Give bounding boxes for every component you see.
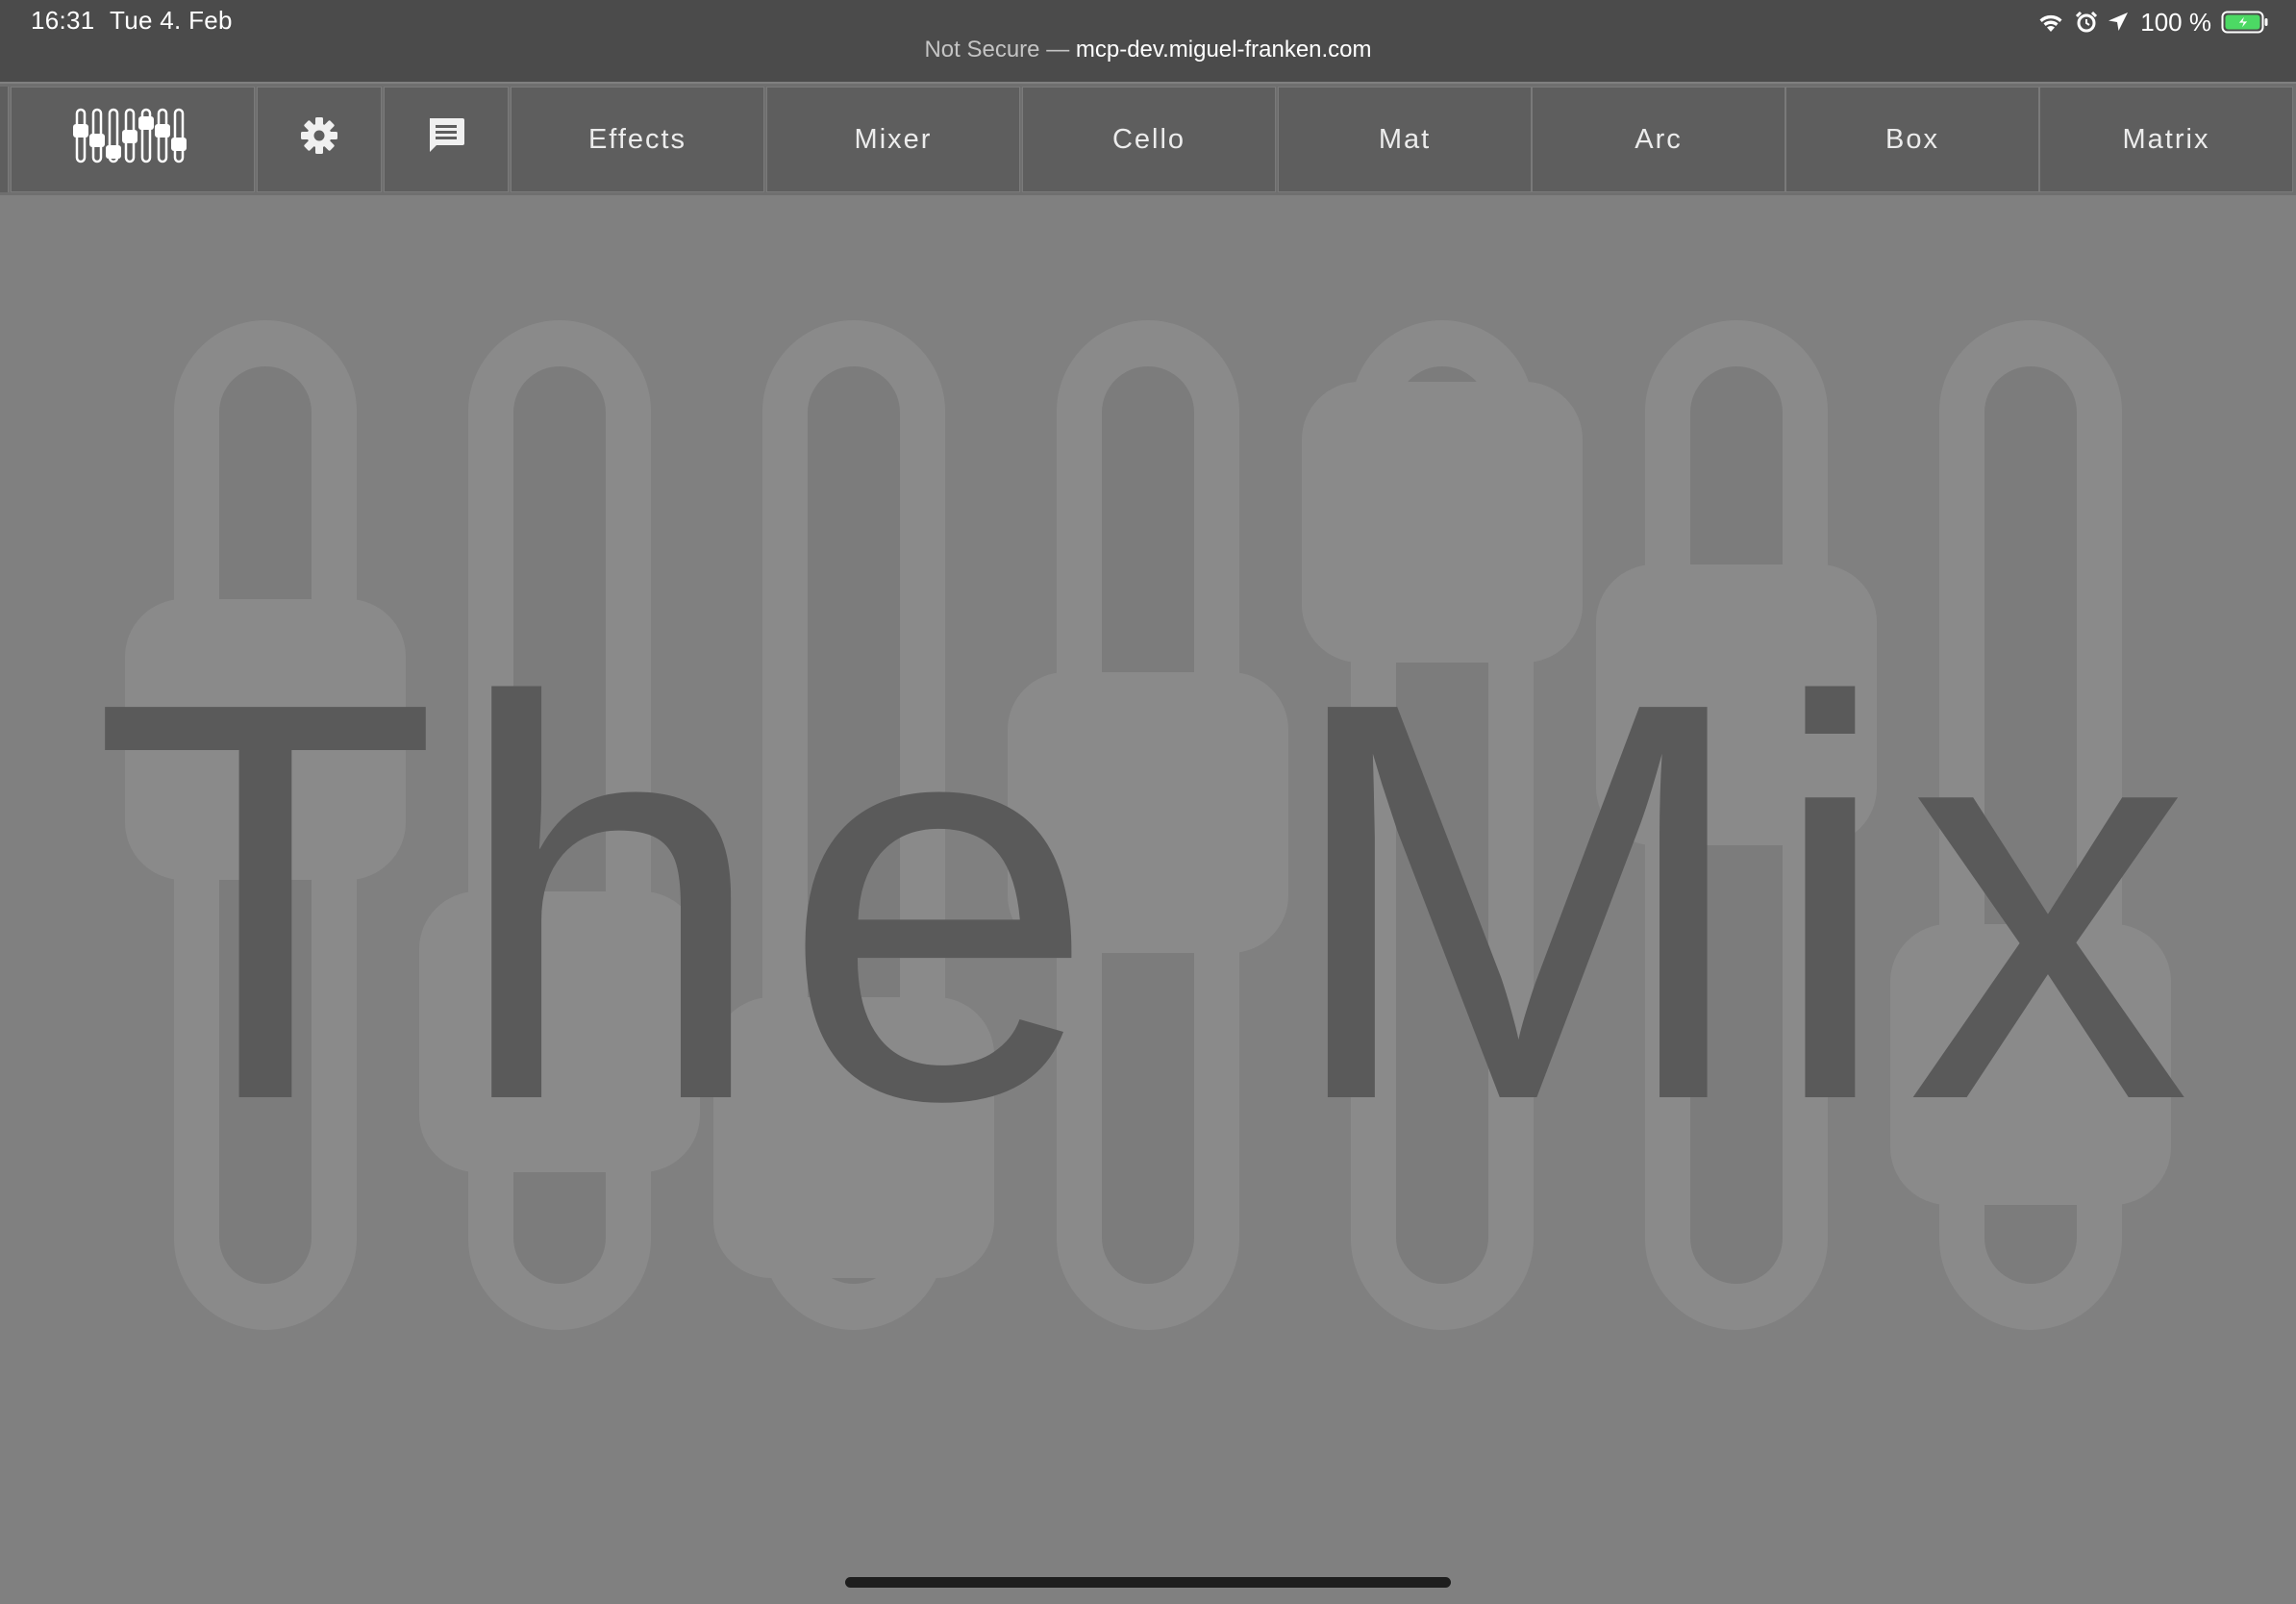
url-host: mcp-dev.miguel-franken.com: [1075, 37, 1372, 63]
main-stage: The Mix: [0, 195, 2296, 1604]
wifi-icon: [2036, 11, 2065, 34]
alarm-icon: [2075, 11, 2098, 34]
logo-fader-knob: [89, 134, 105, 147]
app-root: 16:31 Tue 4. Feb Not Secure — mcp-dev.mi…: [0, 0, 2296, 1604]
logo-fader-knob: [106, 145, 121, 159]
tab-mixer[interactable]: Mixer: [766, 87, 1020, 192]
status-date: Tue 4. Feb: [110, 6, 233, 35]
status-time: 16:31: [31, 6, 95, 35]
message-icon: [425, 114, 467, 164]
hero-title: The Mix: [91, 585, 2205, 1218]
logo-fader-knob: [138, 116, 154, 130]
battery-percent: 100 %: [2140, 7, 2211, 37]
home-logo-button[interactable]: [11, 87, 255, 192]
status-bar: 16:31 Tue 4. Feb Not Secure — mcp-dev.mi…: [0, 0, 2296, 82]
logo-fader-knob: [155, 124, 170, 138]
battery-charging-icon: [2221, 11, 2269, 34]
tab-cello[interactable]: Cello: [1022, 87, 1276, 192]
tab-box[interactable]: Box: [1785, 87, 2039, 192]
address-bar[interactable]: Not Secure — mcp-dev.miguel-franken.com: [0, 37, 2296, 63]
toolbar: Effects Mixer Cello Mat Arc Box Matrix: [0, 84, 2296, 195]
location-icon: [2108, 12, 2129, 33]
tab-effects[interactable]: Effects: [511, 87, 764, 192]
logo-fader-knob: [122, 130, 137, 143]
tab-arc[interactable]: Arc: [1532, 87, 1785, 192]
gear-icon: [298, 114, 340, 164]
status-indicators: 100 %: [2036, 6, 2269, 38]
chat-button[interactable]: [384, 87, 509, 192]
logo-fader-track: [173, 108, 185, 163]
mixer-faders-icon: [73, 106, 192, 173]
logo-fader-knob: [171, 138, 187, 151]
tab-matrix[interactable]: Matrix: [2039, 87, 2293, 192]
tab-mat[interactable]: Mat: [1278, 87, 1532, 192]
settings-button[interactable]: [257, 87, 382, 192]
url-separator: —: [1046, 37, 1070, 63]
home-indicator: [845, 1577, 1451, 1588]
logo-fader-knob: [73, 124, 88, 138]
toolbar-edge: [0, 87, 9, 192]
security-label: Not Secure: [924, 37, 1040, 63]
